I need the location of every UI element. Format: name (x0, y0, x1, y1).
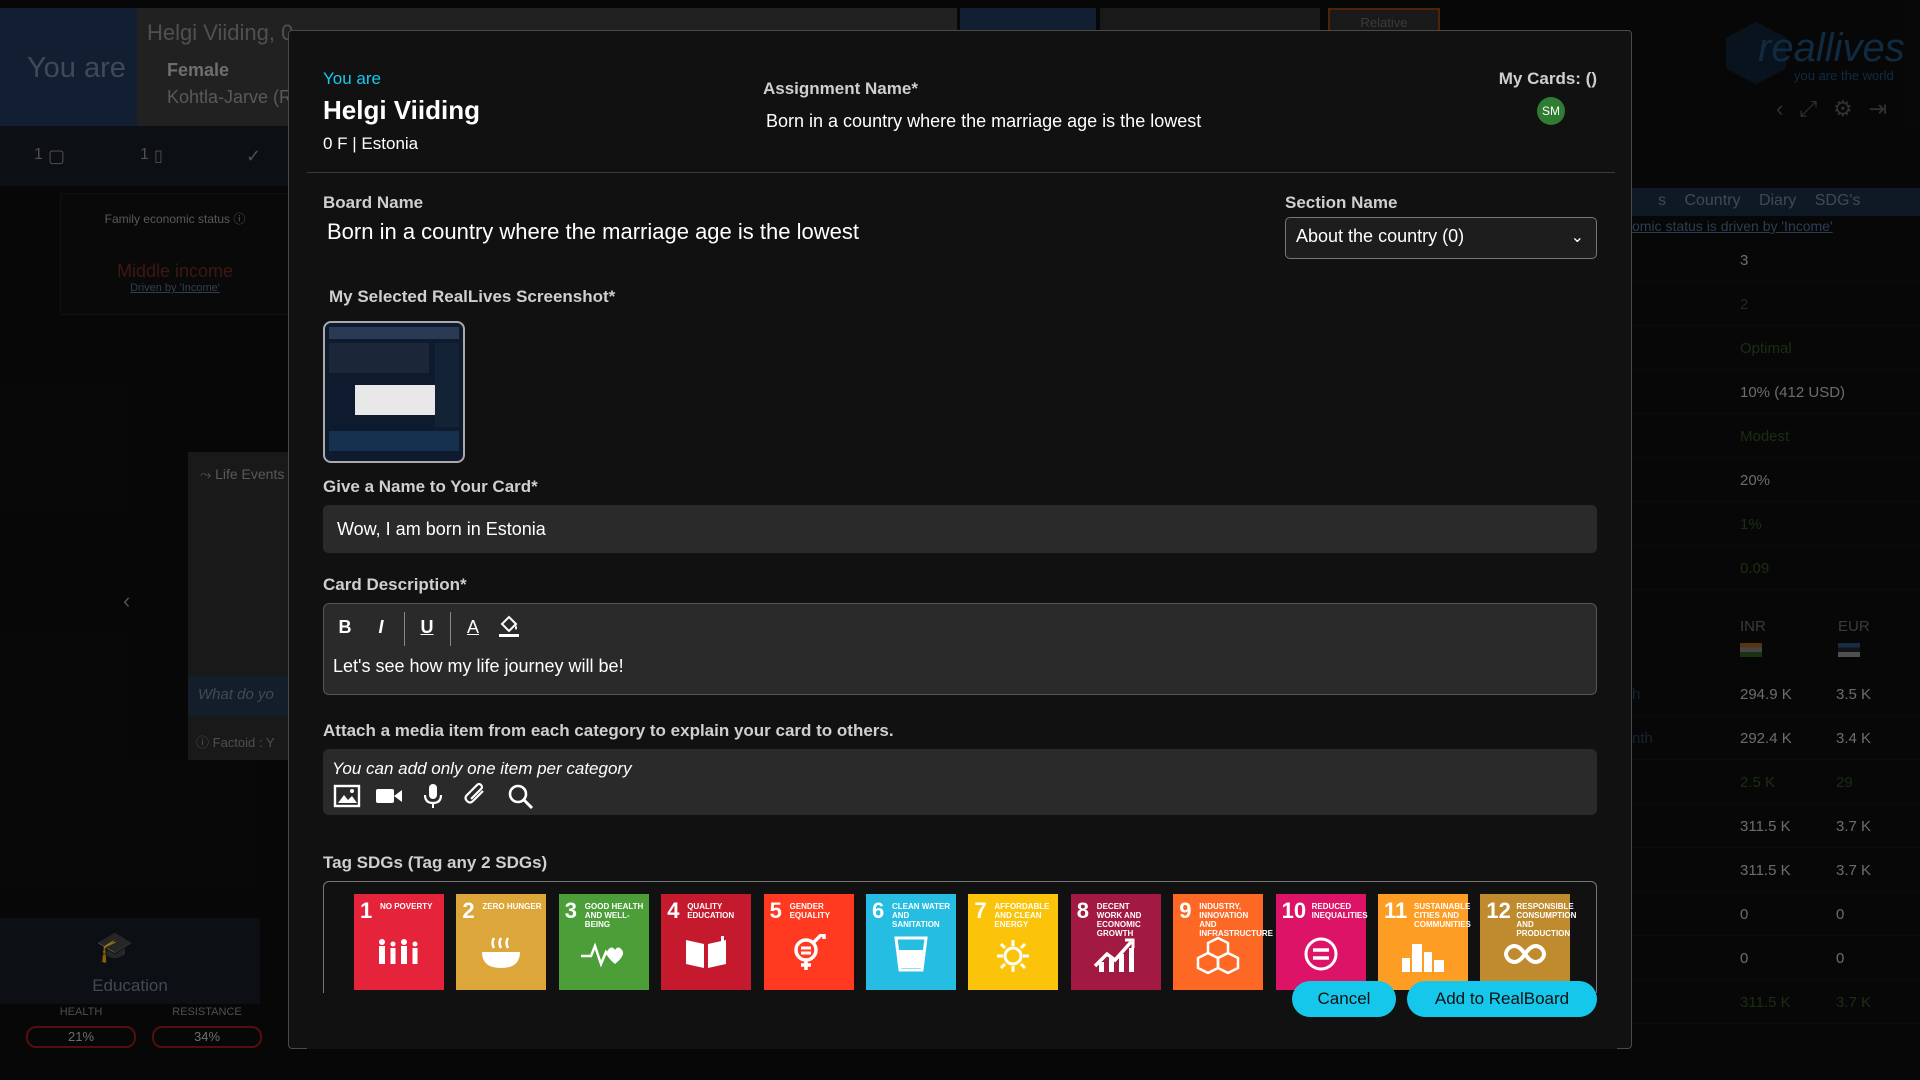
card-name-label: Give a Name to Your Card* (323, 477, 538, 496)
card-description-text: Let's see how my life journey will be! (333, 656, 624, 676)
modal-name: Helgi Viiding (323, 95, 480, 125)
sdg-number: 7 (974, 898, 987, 923)
card-description-editor[interactable]: B I U A Let's see how my life journey wi… (323, 603, 1597, 695)
microphone-icon[interactable] (419, 783, 447, 809)
section-select[interactable]: About the country (0) ⌄ (1285, 217, 1597, 259)
modal-you-are: You are (323, 69, 381, 88)
sdg-tile-7[interactable]: 7 Affordable and Clean Energy (968, 894, 1059, 990)
assignment-label: Assignment Name* (763, 79, 918, 98)
underline-button[interactable]: U (412, 612, 442, 642)
sdg-tile-10[interactable]: 10 Reduced Inequalities (1275, 894, 1368, 990)
screenshot-label: My Selected RealLives Screenshot* (329, 287, 616, 306)
sdg-tile-4[interactable]: 4 Quality Education (661, 894, 752, 990)
sdg-sun-icon (997, 940, 1030, 972)
sdg-gender-icon (793, 934, 826, 970)
sdg-tile-6[interactable]: 6 Clean Water and Sanitation (866, 894, 956, 990)
assignment-value: Born in a country where the marriage age… (766, 111, 1202, 131)
image-icon[interactable] (333, 783, 361, 809)
sdg-tile-3[interactable]: 3 Good Health and Well-Being (558, 894, 649, 990)
sdg-number: 1 (360, 898, 373, 923)
my-cards-label: My Cards: () (1498, 69, 1597, 88)
sdg-glass-icon (894, 936, 928, 972)
sdg-tag-box: 1 No Poverty 2 Zero Hunger 3 Good Health and … (323, 881, 1597, 1005)
sdg-cubes-icon (1196, 936, 1240, 974)
sdg-bowl-icon (482, 937, 521, 968)
sdg-book-icon (686, 936, 727, 968)
sdg-tile-11[interactable]: 11 Sustainable Cities and Communities (1378, 894, 1471, 990)
sdg-people-icon (379, 939, 418, 964)
sdg-title: Gender Equality (789, 902, 831, 920)
sdg-pulse-icon (580, 942, 623, 968)
sdg-tile-9[interactable]: 9 Industry, Innovation and Infrastructure (1173, 894, 1273, 990)
sdg-tile-1[interactable]: 1 No Poverty (354, 894, 444, 990)
text-color-button[interactable]: A (458, 612, 488, 642)
sdg-number: 3 (564, 898, 578, 923)
add-to-realboard-button[interactable]: Add to RealBoard (1407, 981, 1597, 1017)
sdg-city-icon (1402, 944, 1444, 972)
sdg-number: 9 (1179, 898, 1192, 923)
sdg-title: Industry, Innovation and Infrastructure (1199, 902, 1273, 938)
sdg-title: Decent Work and Economic Growth (1096, 902, 1142, 938)
card-name-input[interactable]: Wow, I am born in Estonia (323, 505, 1597, 553)
board-name-value: Born in a country where the marriage age… (327, 219, 859, 244)
chevron-down-icon: ⌄ (1570, 229, 1584, 246)
sdg-title: Good Health and Well-Being (584, 902, 644, 929)
sdg-title: Zero Hunger (482, 902, 542, 911)
sdg-title: Sustainable Cities and Communities (1414, 902, 1471, 929)
bold-button[interactable]: B (330, 612, 360, 642)
sdg-title: Affordable and Clean Energy (994, 902, 1050, 929)
avatar[interactable]: SM (1537, 97, 1565, 125)
sdg-number: 6 (872, 898, 885, 923)
section-select-value: About the country (0) (1296, 226, 1465, 246)
sdg-infinity-icon (1504, 944, 1547, 964)
cancel-button[interactable]: Cancel (1292, 981, 1396, 1017)
sdg-number: 2 (462, 898, 475, 923)
sdg-number: 11 (1384, 898, 1408, 923)
add-card-modal: You are Helgi Viiding 0 F | Estonia Assi… (288, 30, 1632, 1049)
sdg-chart-icon (1093, 938, 1135, 972)
video-icon[interactable] (375, 783, 403, 809)
sdg-title: Reduced Inequalities (1311, 902, 1368, 920)
sdg-number: 8 (1076, 898, 1090, 923)
header-divider (307, 172, 1615, 173)
board-name-label: Board Name (323, 193, 424, 212)
modal-meta: 0 F | Estonia (323, 134, 419, 153)
selected-screenshot-thumbnail[interactable] (323, 321, 465, 463)
sdg-label: Tag SDGs (Tag any 2 SDGs) (323, 853, 548, 872)
sdg-title: Quality Education (687, 902, 735, 920)
sdg-tile-5[interactable]: 5 Gender Equality (763, 894, 854, 990)
media-attach-box: You can add only one item per category (323, 749, 1597, 815)
search-icon[interactable] (507, 783, 535, 809)
sdg-number: 12 (1486, 898, 1511, 923)
sdg-number: 4 (667, 898, 680, 923)
sdg-number: 10 (1281, 898, 1307, 923)
media-note: You can add only one item per category (332, 759, 632, 778)
card-description-label: Card Description* (323, 575, 467, 594)
sdg-tile-8[interactable]: 8 Decent Work and Economic Growth (1070, 894, 1161, 990)
paperclip-icon[interactable] (463, 783, 491, 809)
sdg-title: Clean Water and Sanitation (892, 902, 951, 929)
sdg-title: Responsible Consumption and Production (1516, 902, 1577, 938)
sdg-tile-2[interactable]: 2 Zero Hunger (456, 894, 547, 990)
italic-button[interactable]: I (366, 612, 396, 642)
sdg-tile-12[interactable]: 12 Responsible Consumption and Production (1480, 894, 1576, 990)
sdg-title: No Poverty (380, 902, 433, 911)
fill-color-icon[interactable] (494, 612, 524, 642)
media-label: Attach a media item from each category t… (323, 721, 894, 740)
sdg-number: 5 (769, 898, 782, 923)
section-name-label: Section Name (1285, 193, 1398, 212)
sdg-equal-icon (1304, 937, 1338, 971)
